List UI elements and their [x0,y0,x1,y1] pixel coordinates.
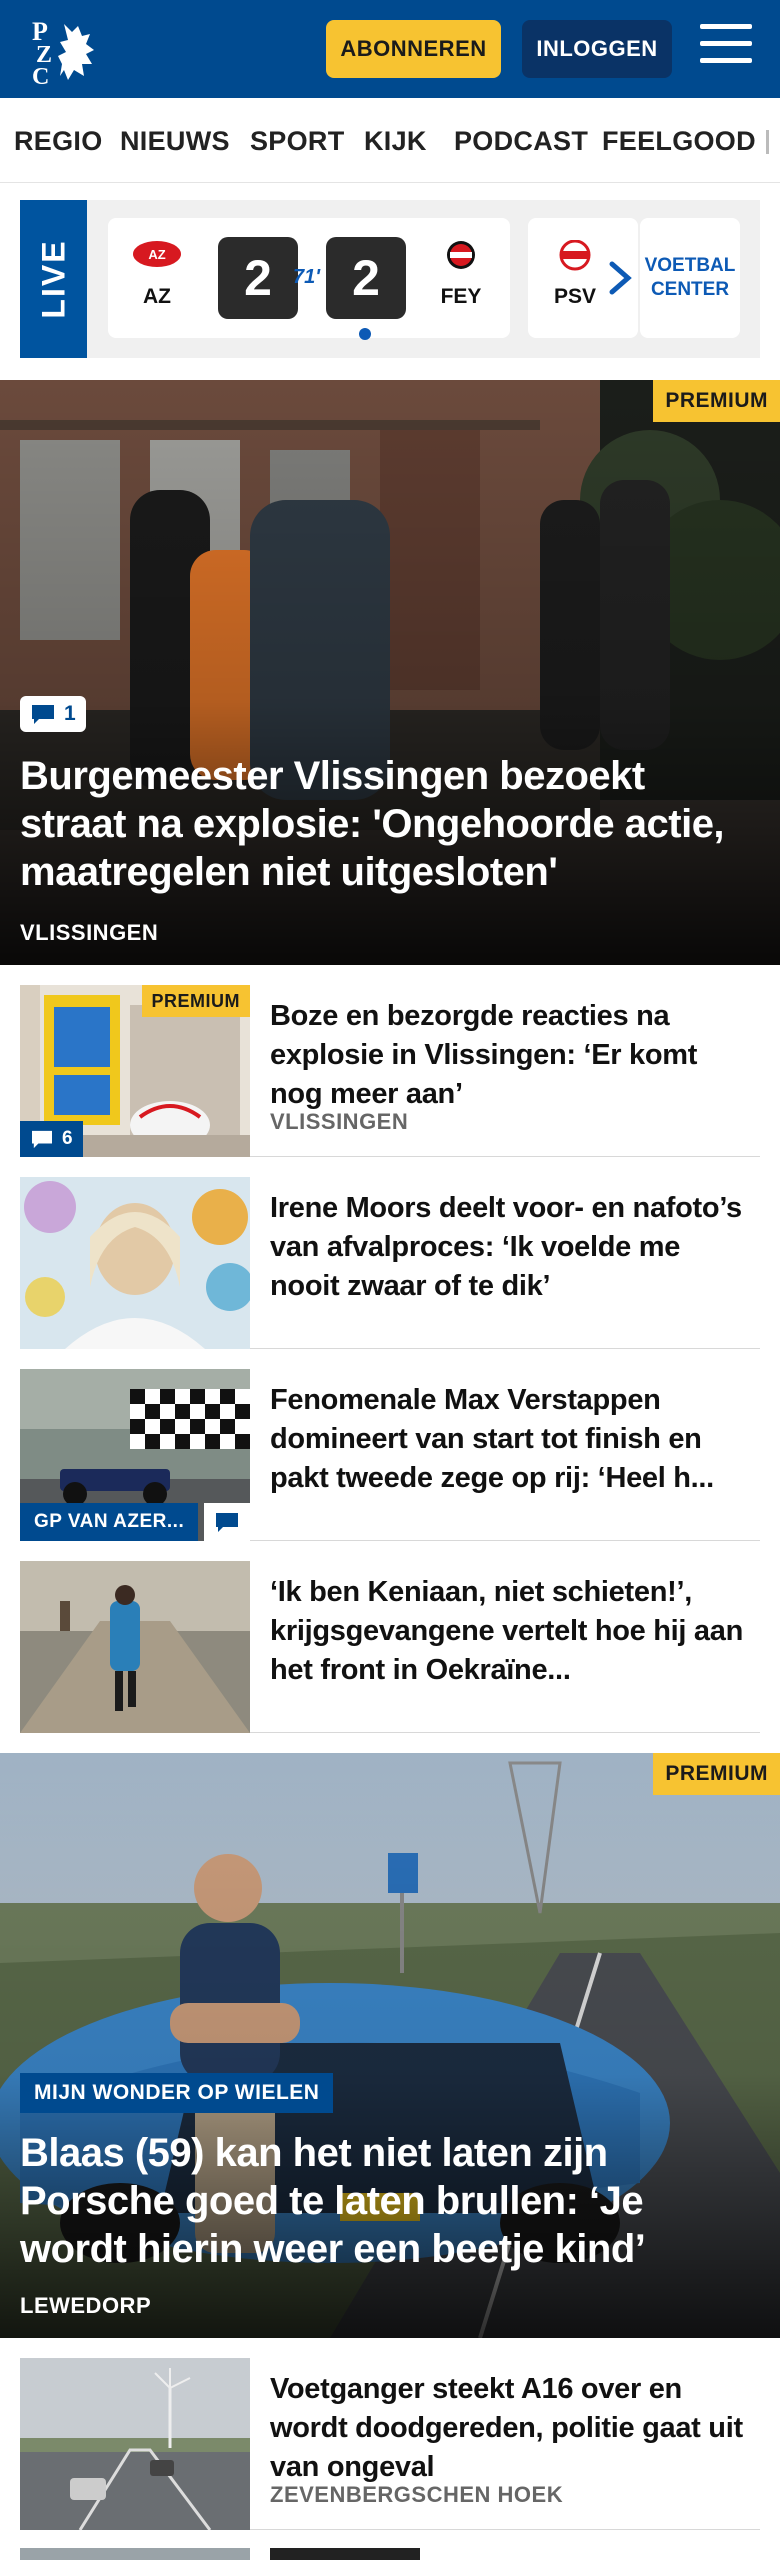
hero-article-2[interactable]: PREMIUM MIJN WONDER OP WIELEN Blaas (59)… [0,1753,780,2338]
comment-icon [216,1513,238,1532]
article-thumbnail [20,2358,250,2530]
hero-title[interactable]: Blaas (59) kan het niet laten zijn Porsc… [20,2129,760,2273]
az-club-icon: AZ [133,241,181,267]
hero-location: LEWEDORP [20,2293,152,2318]
premium-badge: PREMIUM [141,985,250,1017]
article-thumbnail [20,1177,250,1349]
nav-item-regio[interactable]: REGIO [14,126,103,157]
article-thumbnail: GP VAN AZER... [20,1369,250,1541]
live-scores-bar: LIVE AZ AZ 2 71' 2 FEY PSV VOETBAL CENTE… [20,200,760,358]
menu-icon[interactable] [700,24,752,72]
nav-item-feelgood[interactable]: FEELGOOD [602,126,756,157]
article-location: ZEVENBERGSCHEN HOEK [270,2482,564,2507]
comment-icon [32,1130,52,1149]
chevron-right-icon[interactable] [600,256,640,300]
home-score: 2 [218,237,298,319]
premium-badge: PREMIUM [653,380,780,422]
article-title-partial [270,2548,420,2560]
list-item[interactable]: Voetganger steekt A16 over en wordt dood… [20,2358,760,2530]
article-title[interactable]: Irene Moors deelt voor- en nafoto’s van … [270,1189,750,1306]
article-thumbnail: PREMIUM 6 [20,985,250,1157]
voetbal-center-link[interactable]: VOETBAL CENTER [640,218,740,338]
article-thumbnail-partial [20,2548,250,2560]
nav-item-kijk[interactable]: KIJK [364,126,427,157]
home-team: AZ AZ [122,240,192,309]
svg-text:AZ: AZ [148,247,165,262]
article-title[interactable]: ‘Ik ben Keniaan, niet schieten!’, krijgs… [270,1573,750,1690]
article-title[interactable]: Voetganger steekt A16 over en wordt dood… [270,2370,750,2487]
live-indicator-dot [359,328,371,340]
list-item[interactable]: PREMIUM 6 Boze en bezorgde reacties na e… [20,985,760,1157]
hero-location: VLISSINGEN [20,920,159,945]
away-team: FEY [426,240,496,309]
article-location: VLISSINGEN [270,1109,409,1134]
nav-overflow-indicator [766,130,769,154]
live-tag: LIVE [20,200,87,358]
list-item[interactable]: GP VAN AZER... Fenomenale Max Verstappen… [20,1369,760,1541]
match-minute: 71' [293,266,321,288]
category-tag[interactable]: GP VAN AZER... [20,1503,199,1541]
category-tag[interactable]: MIJN WONDER OP WIELEN [20,2073,334,2113]
nav-item-podcast[interactable]: PODCAST [454,126,588,157]
comment-count-badge[interactable]: 1 [20,696,86,732]
section-nav: REGIO NIEUWS SPORT KIJK PODCAST FEELGOOD [0,98,780,183]
comment-count-badge[interactable]: 6 [20,1121,83,1157]
pzc-logo[interactable]: P Z C [30,14,110,86]
psv-club-icon [559,239,591,271]
article-title[interactable]: Boze en bezorgde reacties na explosie in… [270,997,750,1114]
feyenoord-club-icon [447,241,475,269]
article-title[interactable]: Fenomenale Max Verstappen domineert van … [270,1381,750,1498]
list-item[interactable]: Irene Moors deelt voor- en nafoto’s van … [20,1177,760,1349]
hero-article-1[interactable]: PREMIUM 1 Burgemeester Vlissingen bezoek… [0,380,780,965]
nav-item-sport[interactable]: SPORT [250,126,345,157]
comment-icon [32,705,54,724]
login-button[interactable]: INLOGGEN [522,20,672,78]
comment-icon-badge[interactable] [204,1503,250,1541]
away-score: 2 [326,237,406,319]
site-header: P Z C ABONNEREN INLOGGEN [0,0,780,98]
svg-text:C: C [32,64,49,86]
live-match-card[interactable]: AZ AZ 2 71' 2 FEY [108,218,510,340]
premium-badge: PREMIUM [653,1753,780,1795]
article-thumbnail [20,1561,250,1733]
subscribe-button[interactable]: ABONNEREN [326,20,501,78]
hero-title[interactable]: Burgemeester Vlissingen bezoekt straat n… [20,752,760,896]
list-item[interactable]: ‘Ik ben Keniaan, niet schieten!’, krijgs… [20,1561,760,1733]
nav-item-nieuws[interactable]: NIEUWS [120,126,230,157]
